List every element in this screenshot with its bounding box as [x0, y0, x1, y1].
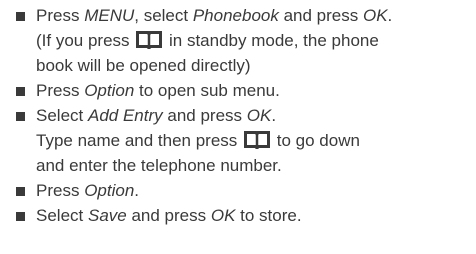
square-bullet-icon [16, 12, 25, 21]
step-open-submenu: Press Option to open sub menu. [0, 78, 476, 103]
ok-key-label: OK [362, 6, 388, 25]
square-bullet-icon [16, 112, 25, 121]
option-key-label: Option [84, 81, 135, 100]
instruction-list-document: Press MENU, select Phonebook and press O… [0, 0, 476, 254]
add-entry-label: Add Entry [87, 106, 163, 125]
step-press-option: Press Option. [0, 178, 476, 203]
step-line: (If you press in standby mode, the phone [36, 30, 379, 50]
step-line: Press Option to open sub menu. [36, 81, 280, 100]
step-add-entry: Select Add Entry and press OK. Type name… [0, 103, 476, 178]
book-icon [136, 30, 163, 49]
step-open-phonebook: Press MENU, select Phonebook and press O… [0, 3, 476, 78]
step-line: book will be opened directly) [36, 56, 251, 75]
option-key-label: Option [84, 181, 135, 200]
phonebook-label: Phonebook [192, 6, 279, 25]
square-bullet-icon [16, 212, 25, 221]
step-list: Press MENU, select Phonebook and press O… [0, 3, 476, 228]
square-bullet-icon [16, 187, 25, 196]
menu-key-label: MENU [84, 6, 135, 25]
step-line: Select Add Entry and press OK. [36, 106, 277, 125]
step-line: Press MENU, select Phonebook and press O… [36, 6, 393, 25]
step-line: Press Option. [36, 181, 140, 200]
ok-key-label: OK [210, 206, 236, 225]
step-line: Type name and then press to go down [36, 130, 360, 150]
step-line: Select Save and press OK to store. [36, 206, 302, 225]
book-icon [244, 130, 271, 149]
step-line: and enter the telephone number. [36, 156, 282, 175]
step-save-entry: Select Save and press OK to store. [0, 203, 476, 228]
save-label: Save [87, 206, 127, 225]
square-bullet-icon [16, 87, 25, 96]
ok-key-label: OK [246, 106, 272, 125]
